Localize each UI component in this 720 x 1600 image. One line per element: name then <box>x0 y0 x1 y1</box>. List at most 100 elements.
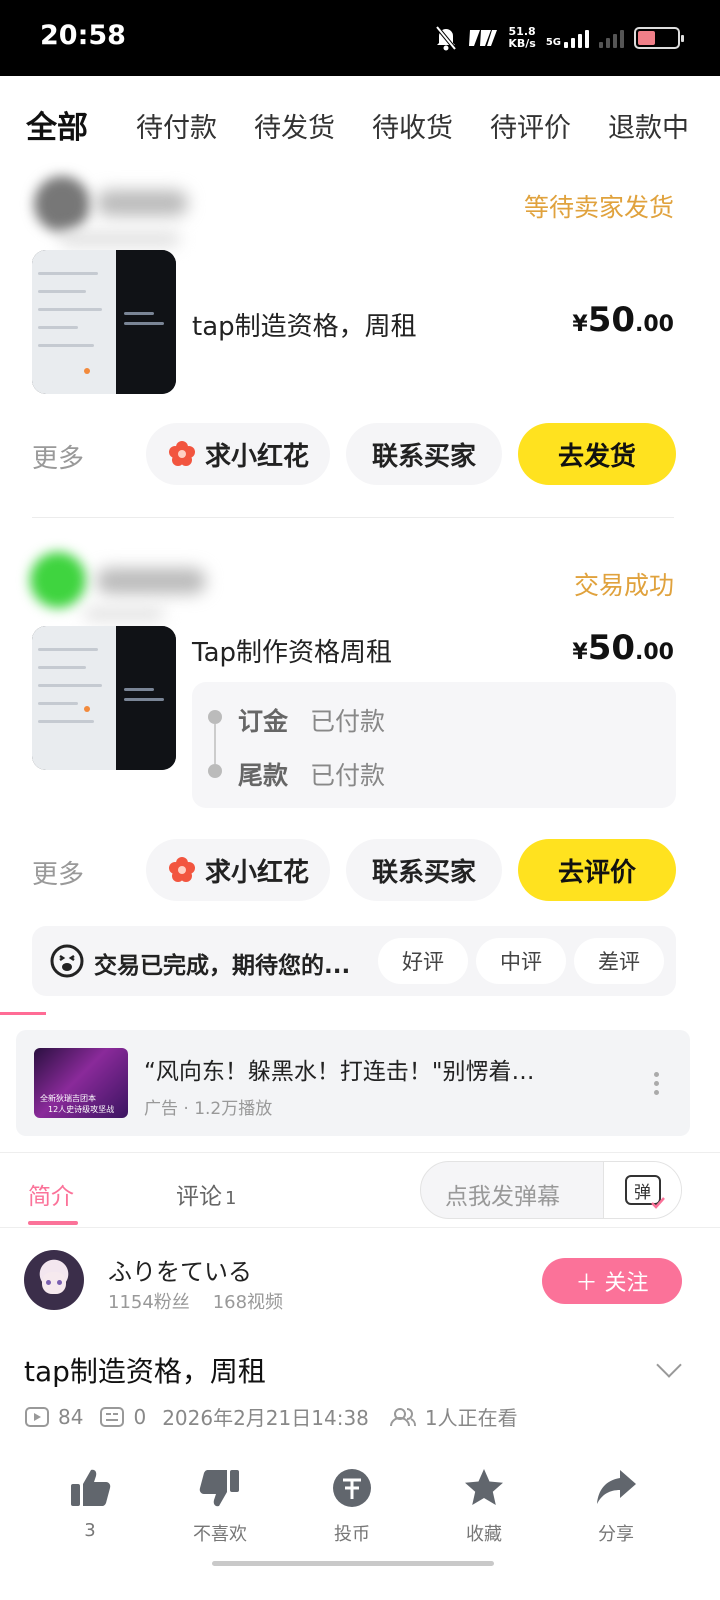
ad-thumb-text-1: 全新狄瑞吉团本 <box>40 1094 96 1103</box>
thumbs-down-icon <box>199 1470 239 1507</box>
share-label: 分享 <box>598 1524 634 1545</box>
star-icon <box>465 1469 503 1505</box>
order-status: 等待卖家发货 <box>523 193 674 222</box>
neutral-review-button[interactable]: 中评 <box>476 938 566 984</box>
play-count-icon <box>25 1406 49 1427</box>
viewers-icon <box>389 1407 416 1426</box>
ad-meta: 广告 · 1.2万播放 <box>144 1099 273 1119</box>
contact-buyer-button[interactable]: 联系买家 <box>346 839 502 901</box>
thumbs-up-icon <box>71 1469 111 1506</box>
tab-all[interactable]: 全部 <box>26 102 88 147</box>
ad-thumbnail[interactable]: 全新狄瑞吉团本 12人史诗级攻坚战 <box>34 1048 128 1118</box>
tab-pending-payment[interactable]: 待付款 <box>136 106 217 145</box>
product-thumbnail[interactable] <box>32 250 176 394</box>
favorite-label: 收藏 <box>466 1524 502 1545</box>
red-flower-icon <box>168 441 195 466</box>
ask-flower-button[interactable]: 求小红花 <box>146 839 330 901</box>
like-count: 3 <box>84 1520 96 1541</box>
publish-date: 2026年2月21日14:38 <box>162 1406 369 1430</box>
bad-review-button[interactable]: 差评 <box>574 938 664 984</box>
coin-button[interactable]: 投币 <box>302 1466 402 1546</box>
uploader-avatar[interactable] <box>24 1250 84 1310</box>
review-button[interactable]: 去评价 <box>518 839 676 901</box>
ad-title[interactable]: “风向东！躲黑水！打连击！"别愣着… <box>144 1052 584 1086</box>
contact-buyer-label: 联系买家 <box>371 857 476 888</box>
price-integer: 50 <box>587 628 636 668</box>
danmu-icon-text: 弹 <box>634 1182 651 1203</box>
comments-count: 1 <box>225 1188 237 1209</box>
deposit-status: 已付款 <box>310 707 386 736</box>
video-meta: 84 0 2026年2月21日14:38 1人正在看 <box>24 1402 518 1431</box>
product-thumbnail[interactable] <box>32 626 176 770</box>
ask-flower-label: 求小红花 <box>204 441 309 472</box>
balance-label: 尾款 <box>238 761 289 790</box>
status-time: 20:58 <box>40 20 126 51</box>
buyer-subtext <box>60 232 180 246</box>
balance-status: 已付款 <box>310 761 386 790</box>
signal-bars-icon <box>564 28 589 48</box>
buyer-name[interactable] <box>96 190 188 216</box>
danmu-toggle-button[interactable]: 弹 <box>603 1162 681 1218</box>
buyer-name[interactable] <box>96 568 206 594</box>
ad-card[interactable]: 全新狄瑞吉团本 12人史诗级攻坚战 “风向东！躲黑水！打连击！"别愣着… 广告 … <box>16 1030 690 1136</box>
review-prompt-text: 交易已完成，期待您的... <box>94 953 351 979</box>
tab-pending-review[interactable]: 待评价 <box>490 106 571 145</box>
divider <box>32 517 674 518</box>
tab-refunding[interactable]: 退款中 <box>608 106 689 145</box>
like-button[interactable]: 3 <box>40 1466 140 1541</box>
battery-icon <box>634 27 684 49</box>
dislike-label: 不喜欢 <box>193 1524 247 1545</box>
review-label: 去评价 <box>557 857 636 888</box>
more-button[interactable]: 更多 <box>32 854 84 891</box>
buyer-subtext <box>84 608 164 620</box>
more-button[interactable]: 更多 <box>32 438 84 475</box>
danmu-input[interactable]: 点我发弹幕 <box>445 1177 560 1211</box>
product-title[interactable]: Tap制作资格周租 <box>192 632 392 669</box>
payment-connector <box>214 724 216 764</box>
uploader-videos: 168视频 <box>212 1292 284 1313</box>
battery-level <box>638 31 656 45</box>
play-count: 84 <box>58 1404 84 1429</box>
ad-thumb-text-2: 12人史诗级攻坚战 <box>48 1105 115 1114</box>
danmu-input-box[interactable]: 点我发弹幕 弹 <box>420 1161 682 1219</box>
order-tabs: 全部 待付款 待发货 待收货 待评价 退款中 <box>0 100 720 160</box>
tab-intro[interactable]: 简介 <box>28 1177 74 1211</box>
smiley-icon <box>50 944 84 978</box>
buyer-avatar[interactable] <box>34 176 90 232</box>
tab-pending-receipt[interactable]: 待收货 <box>372 106 453 145</box>
product-price: ¥50.00 <box>572 628 674 668</box>
ship-label: 去发货 <box>557 441 636 472</box>
share-button[interactable]: 分享 <box>566 1466 666 1546</box>
contact-buyer-button[interactable]: 联系买家 <box>346 423 502 485</box>
product-price: ¥50.00 <box>572 300 674 340</box>
network-type: 5G <box>545 37 561 48</box>
share-icon <box>597 1470 636 1504</box>
chevron-down-icon[interactable] <box>656 1352 682 1378</box>
video-title: tap制造资格，周租 <box>24 1355 266 1388</box>
ask-flower-button[interactable]: 求小红花 <box>146 423 330 485</box>
home-indicator[interactable] <box>212 1561 494 1566</box>
favorite-button[interactable]: 收藏 <box>434 1466 534 1546</box>
more-options-icon[interactable] <box>654 1072 660 1099</box>
uploader-stats: 1154粉丝 168视频 <box>108 1288 283 1314</box>
buyer-avatar[interactable] <box>30 552 86 608</box>
uploader-fans: 1154粉丝 <box>108 1292 190 1313</box>
good-review-button[interactable]: 好评 <box>378 938 468 984</box>
ship-button[interactable]: 去发货 <box>518 423 676 485</box>
tab-pending-shipment[interactable]: 待发货 <box>254 106 335 145</box>
tab-comments[interactable]: 评论 1 <box>176 1177 236 1211</box>
danmu-icon: 弹 <box>624 1175 665 1209</box>
price-currency: ¥ <box>572 312 588 337</box>
deposit-dot <box>208 710 222 724</box>
ask-flower-label: 求小红花 <box>204 857 309 888</box>
dislike-button[interactable]: 不喜欢 <box>170 1466 270 1546</box>
danmaku-count: 0 <box>133 1404 147 1429</box>
net-speed-unit: KB/s <box>508 37 536 50</box>
coin-label: 投币 <box>334 1524 370 1545</box>
net-speed: 51.8 KB/s <box>508 26 535 50</box>
video-progress-bar[interactable] <box>0 1012 46 1015</box>
balance-dot <box>208 764 222 778</box>
follow-button[interactable]: ＋ 关注 <box>542 1258 682 1304</box>
uploader-name[interactable]: ふりをている <box>108 1252 252 1287</box>
product-title[interactable]: tap制造资格，周租 <box>192 306 417 343</box>
